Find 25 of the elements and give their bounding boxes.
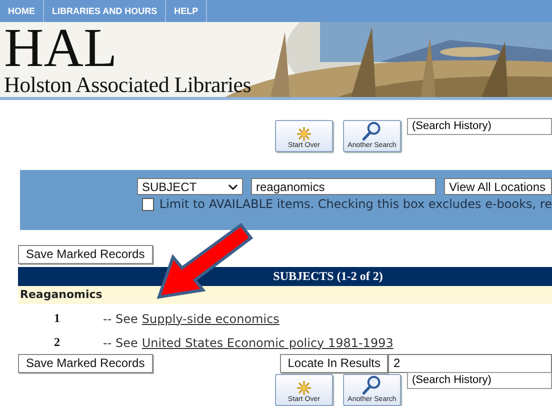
site-subtitle: Holston Associated Libraries [4,73,251,97]
see-label: -- See [103,312,138,326]
search-history-dropdown[interactable]: (Search History) [407,372,552,388]
row-number: 1 [53,311,60,326]
location-dropdown[interactable]: View All Locations [444,178,552,195]
search-history-dropdown[interactable]: (Search History) [407,118,552,135]
subject-heading: Reaganomics [18,286,552,304]
results-heading: SUBJECTS (1-2 of 2) [18,266,552,286]
save-marked-records-button[interactable]: Save Marked Records [18,244,153,264]
sparkle-icon [297,380,311,394]
checkbox[interactable] [142,198,154,210]
search-icon [361,374,383,394]
chevron-icon [228,184,238,190]
sparkle-icon [297,127,311,141]
checkbox-label: Limit to AVAILABLE items. Checking this box excludes e-books, re [159,197,552,211]
locate-in-results-button[interactable]: Locate In Results [280,354,388,372]
subject-link[interactable]: Supply-side economics [142,312,280,326]
search-type-dropdown[interactable]: SUBJECT [137,178,243,195]
search-icon [361,121,383,141]
see-label: -- See [103,336,138,350]
row-number: 2 [53,335,60,350]
search-field[interactable]: reaganomics [251,178,436,195]
save-marked-records-button[interactable]: Save Marked Records [18,354,153,372]
site-title: HAL [4,23,118,73]
subject-link[interactable]: United States Economic policy 1981-1993 [142,336,394,350]
